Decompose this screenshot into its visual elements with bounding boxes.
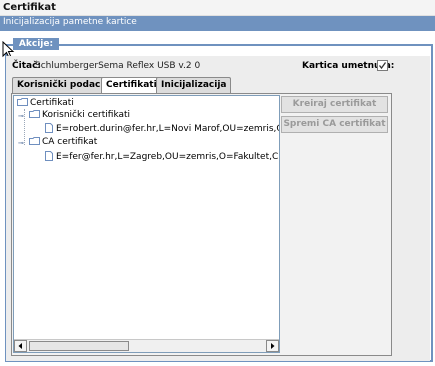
tree-ca-folder-label: CA certifikat <box>42 137 98 147</box>
tab-certifikati[interactable]: Certifikati <box>101 77 162 94</box>
document-icon <box>45 151 53 161</box>
window-titlebar: Certifikat <box>0 0 435 16</box>
tree-root-label: Certifikati <box>30 98 74 108</box>
tree-user-folder-label: Korisnički certifikati <box>42 110 131 120</box>
tree-expand-handle-icon[interactable]: ⊸ <box>18 113 25 120</box>
arrow-right-icon <box>271 343 275 349</box>
tree-user-cert-label: E=robert.durin@fer.hr,L=Novi Marof,OU=ze… <box>56 124 279 134</box>
checkmark-icon <box>378 62 387 70</box>
tree-node-ca[interactable]: CA certifikat <box>29 137 97 148</box>
tree-node-user-certs[interactable]: Korisnički certifikati <box>29 110 130 121</box>
create-certificate-button[interactable]: Kreiraj certifikat <box>281 96 388 113</box>
tab-inicijalizacija[interactable]: Inicijalizacija <box>156 77 232 93</box>
folder-icon <box>17 98 28 106</box>
folder-icon <box>29 137 40 145</box>
arrow-left-icon <box>18 343 22 349</box>
actions-group-label: Akcije: <box>13 38 59 50</box>
tree-expand-handle-icon[interactable]: ⊸ <box>18 140 25 147</box>
tree-ca-cert-label: E=fer@fer.hr,L=Zagreb,OU=zemris,O=Fakult… <box>56 152 279 162</box>
tree-node-user-cert[interactable]: E=robert.durin@fer.hr,L=Novi Marof,OU=ze… <box>45 123 279 135</box>
reader-value: SchlumbergerSema Reflex USB v.2 0 <box>35 61 201 71</box>
scroll-left-button[interactable] <box>14 340 27 352</box>
header-bar: Inicijalizacija pametne kartice <box>0 16 435 31</box>
save-ca-certificate-button[interactable]: Spremi CA certifikat <box>281 116 388 133</box>
certificate-tree[interactable]: Certifikati ⊸ Korisnički certifikati E=r… <box>13 95 280 353</box>
tab-korisnicki-podaci[interactable]: Korisnički podaci <box>12 77 109 93</box>
folder-icon <box>29 110 40 118</box>
tree-node-ca-cert[interactable]: E=fer@fer.hr,L=Zagreb,OU=zemris,O=Fakult… <box>45 151 279 163</box>
document-icon <box>45 123 53 133</box>
scroll-thumb[interactable] <box>29 341 129 351</box>
card-inserted-checkbox[interactable] <box>377 60 388 71</box>
tree-horizontal-scrollbar[interactable] <box>14 339 279 352</box>
window-title: Certifikat <box>3 2 56 13</box>
header-title: Inicijalizacija pametne kartice <box>3 17 137 27</box>
tree-node-root[interactable]: Certifikati <box>17 98 74 109</box>
scroll-right-button[interactable] <box>266 340 279 352</box>
